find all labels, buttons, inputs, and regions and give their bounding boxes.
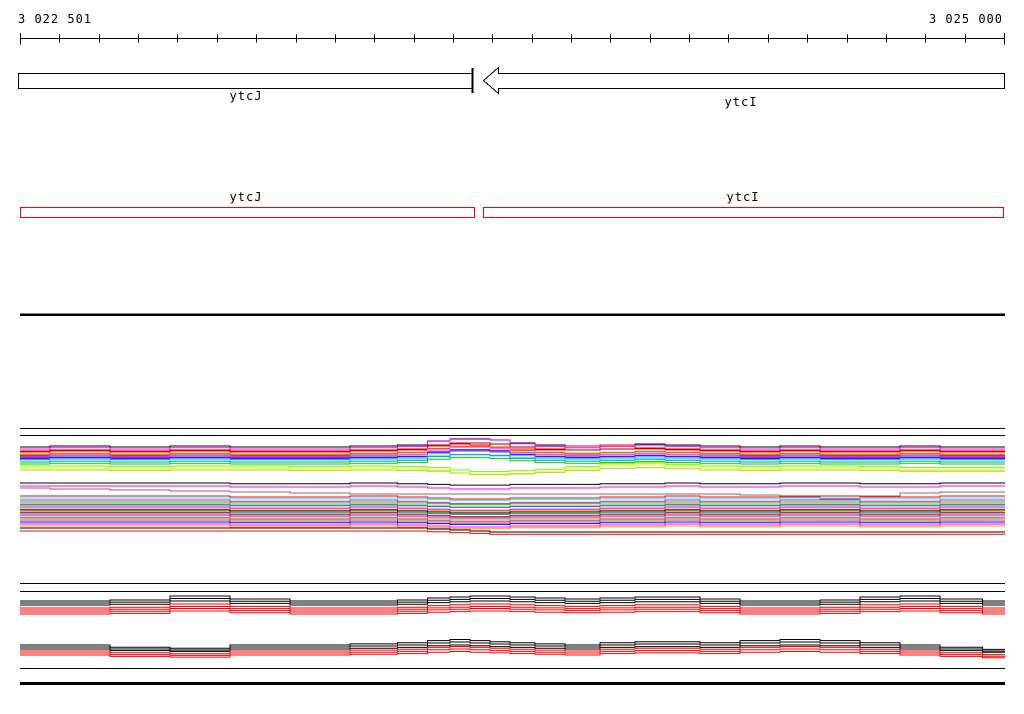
black-red-band-1-line bbox=[20, 598, 1005, 604]
colored-band-2-line bbox=[20, 482, 1005, 486]
genome-viewer: 3 022 501 3 025 000 ytcJ ytcI ytcJ ytcI bbox=[0, 0, 1024, 714]
red-box-ytcI[interactable] bbox=[483, 207, 1004, 218]
red-box-ytcJ[interactable] bbox=[20, 207, 475, 218]
gene-ytcI-arrow[interactable] bbox=[482, 66, 1005, 95]
colored-band-2-line bbox=[20, 487, 1005, 500]
black-red-band-2-line bbox=[20, 639, 1005, 650]
black-red-band-1-line bbox=[20, 595, 1005, 602]
colored-band-1-line bbox=[20, 438, 1005, 448]
gene-ytcJ-shape[interactable] bbox=[18, 73, 473, 89]
colored-band-2-line bbox=[20, 530, 1005, 535]
colored-band-2-line bbox=[20, 485, 1005, 490]
genome-plot-canvas bbox=[18, 33, 1005, 685]
